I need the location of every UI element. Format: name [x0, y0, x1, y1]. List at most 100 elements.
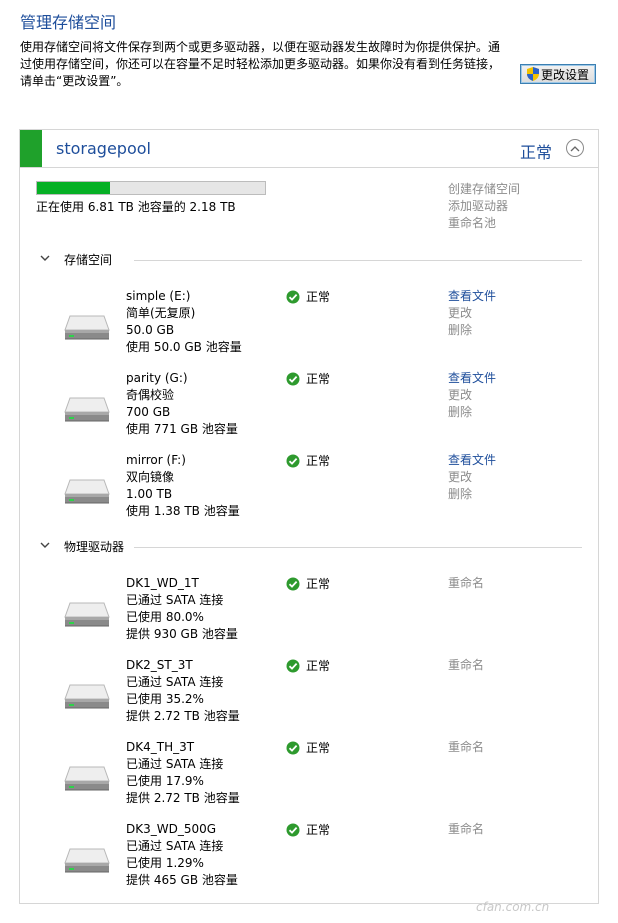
delete-link[interactable]: 删除 [448, 486, 496, 503]
space-status-label: 正常 [306, 454, 331, 468]
check-circle-icon [286, 823, 300, 836]
drive-actions: 重命名 [448, 575, 484, 592]
drive-status-label: 正常 [306, 741, 331, 755]
pool-actions: 创建存储空间 添加驱动器 重命名池 [448, 181, 520, 232]
watermark: cfan.com.cn [476, 900, 550, 914]
pool-name: storagepool [56, 139, 151, 158]
drive-provided: 提供 2.72 TB 池容量 [126, 709, 240, 723]
drive-used: 已使用 1.29% [126, 856, 204, 870]
physical-drive-item: DK1_WD_1T 已通过 SATA 连接 已使用 80.0% 提供 930 GB 池… [20, 575, 598, 655]
pool-usage-fill [37, 182, 110, 194]
spaces-section-header[interactable]: 存储空间 [36, 251, 582, 271]
drive-connection: 已通过 SATA 连接 [126, 757, 224, 771]
check-circle-icon [286, 741, 300, 754]
drive-connection: 已通过 SATA 连接 [126, 839, 224, 853]
space-size: 700 GB [126, 405, 171, 419]
drive-icon [64, 684, 110, 709]
space-type: 奇偶校验 [126, 388, 175, 402]
drive-info: DK3_WD_500G 已通过 SATA 连接 已使用 1.29% 提供 465 GB… [126, 821, 238, 889]
drives-section-label: 物理驱动器 [64, 540, 125, 554]
check-circle-icon [286, 454, 300, 467]
drive-provided: 提供 465 GB 池容量 [126, 873, 238, 887]
storage-space-item: mirror (F:) 双向镜像 1.00 TB 使用 1.38 TB 池容量 正常 查看… [20, 452, 598, 532]
add-drives-link[interactable]: 添加驱动器 [448, 198, 520, 215]
rename-drive-link[interactable]: 重命名 [448, 739, 484, 756]
space-pool-usage: 使用 771 GB 池容量 [126, 422, 238, 436]
chevron-down-icon [40, 542, 50, 548]
drive-used: 已使用 17.9% [126, 774, 204, 788]
pool-usage-bar [36, 181, 266, 195]
space-name: parity (G:) [126, 371, 188, 385]
drive-info: DK1_WD_1T 已通过 SATA 连接 已使用 80.0% 提供 930 GB 池… [126, 575, 238, 643]
drive-provided: 提供 930 GB 池容量 [126, 627, 238, 641]
drive-name: DK2_ST_3T [126, 658, 193, 672]
drive-status: 正常 [286, 575, 330, 592]
drive-connection: 已通过 SATA 连接 [126, 675, 224, 689]
drive-used: 已使用 35.2% [126, 692, 204, 706]
drive-actions: 重命名 [448, 821, 484, 838]
uac-shield-icon [526, 67, 539, 81]
storage-space-item: parity (G:) 奇偶校验 700 GB 使用 771 GB 池容量 正常 查看文件… [20, 370, 598, 450]
space-type: 双向镜像 [126, 470, 175, 484]
drive-icon [64, 315, 110, 340]
drive-icon [64, 479, 110, 504]
space-actions: 查看文件 更改 删除 [448, 452, 496, 503]
drive-status-label: 正常 [306, 823, 331, 837]
section-divider [134, 260, 582, 261]
drive-name: DK3_WD_500G [126, 822, 217, 836]
drive-actions: 重命名 [448, 739, 484, 756]
create-space-link[interactable]: 创建存储空间 [448, 181, 520, 198]
physical-drive-item: DK2_ST_3T 已通过 SATA 连接 已使用 35.2% 提供 2.72 TB … [20, 657, 598, 737]
space-name: simple (E:) [126, 289, 191, 303]
space-pool-usage: 使用 1.38 TB 池容量 [126, 504, 240, 518]
space-actions: 查看文件 更改 删除 [448, 370, 496, 421]
drive-used: 已使用 80.0% [126, 610, 204, 624]
check-circle-icon [286, 577, 300, 590]
drive-info: DK2_ST_3T 已通过 SATA 连接 已使用 35.2% 提供 2.72 TB … [126, 657, 240, 725]
drive-name: DK1_WD_1T [126, 576, 199, 590]
check-circle-icon [286, 659, 300, 672]
view-files-link[interactable]: 查看文件 [448, 288, 496, 305]
page-title: 管理存储空间 [20, 13, 117, 32]
space-status: 正常 [286, 288, 330, 305]
physical-drive-item: DK3_WD_500G 已通过 SATA 连接 已使用 1.29% 提供 465 GB… [20, 821, 598, 901]
drive-status-label: 正常 [306, 577, 331, 591]
view-files-link[interactable]: 查看文件 [448, 452, 496, 469]
space-status: 正常 [286, 452, 330, 469]
rename-drive-link[interactable]: 重命名 [448, 821, 484, 838]
delete-link[interactable]: 删除 [448, 404, 496, 421]
drive-icon [64, 397, 110, 422]
drive-icon [64, 766, 110, 791]
storage-pool-panel: storagepool 正常 正在使用 6.81 TB 池容量的 2.18 TB… [19, 129, 599, 904]
space-type: 简单(无复原) [126, 306, 196, 320]
space-name: mirror (F:) [126, 453, 186, 467]
space-actions: 查看文件 更改 删除 [448, 288, 496, 339]
page-description: 使用存储空间将文件保存到两个或更多驱动器，以便在驱动器发生故障时为你提供保护。通… [20, 40, 501, 88]
check-circle-icon [286, 290, 300, 303]
space-pool-usage: 使用 50.0 GB 池容量 [126, 340, 242, 354]
space-status-label: 正常 [306, 290, 331, 304]
drive-connection: 已通过 SATA 连接 [126, 593, 224, 607]
drive-name: DK4_TH_3T [126, 740, 195, 754]
chevron-up-icon[interactable] [566, 139, 584, 157]
drive-status-label: 正常 [306, 659, 331, 673]
rename-pool-link[interactable]: 重命名池 [448, 215, 520, 232]
drive-status: 正常 [286, 739, 330, 756]
space-status-label: 正常 [306, 372, 331, 386]
space-size: 1.00 TB [126, 487, 173, 501]
rename-drive-link[interactable]: 重命名 [448, 575, 484, 592]
drives-section-header[interactable]: 物理驱动器 [36, 538, 582, 558]
change-settings-button[interactable]: 更改设置 [520, 64, 596, 84]
rename-drive-link[interactable]: 重命名 [448, 657, 484, 674]
view-files-link[interactable]: 查看文件 [448, 370, 496, 387]
section-divider [134, 547, 582, 548]
change-link[interactable]: 更改 [448, 387, 496, 404]
pool-status: 正常 [520, 143, 553, 162]
change-link[interactable]: 更改 [448, 305, 496, 322]
physical-drive-item: DK4_TH_3T 已通过 SATA 连接 已使用 17.9% 提供 2.72 TB … [20, 739, 598, 819]
pool-header: storagepool 正常 [20, 130, 598, 168]
change-link[interactable]: 更改 [448, 469, 496, 486]
storage-space-item: simple (E:) 简单(无复原) 50.0 GB 使用 50.0 GB 池容量 正… [20, 288, 598, 368]
space-status: 正常 [286, 370, 330, 387]
delete-link[interactable]: 删除 [448, 322, 496, 339]
